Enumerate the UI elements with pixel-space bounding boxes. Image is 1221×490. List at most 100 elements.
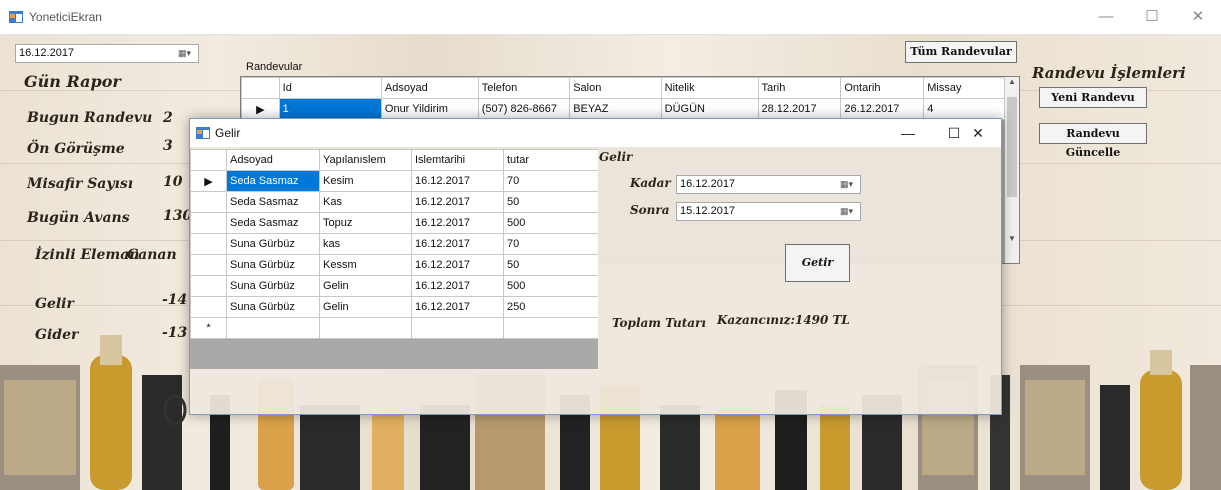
dialog-close-button[interactable]: ✕ (955, 116, 1001, 150)
date-picker[interactable]: 16.12.2017 ▦▾ (15, 44, 199, 63)
column-header[interactable]: Islemtarihi (411, 149, 504, 171)
table-cell[interactable]: 250 (503, 296, 598, 318)
table-cell[interactable]: Suna Gürbüz (226, 296, 320, 318)
gelir-label: Gelir (35, 296, 74, 312)
column-header[interactable]: Adsoyad (380, 77, 479, 99)
column-header[interactable]: Yapılanıslem (319, 149, 412, 171)
column-header[interactable]: Telefon (477, 77, 571, 99)
table-cell[interactable]: 50 (503, 254, 598, 276)
calendar-dropdown-icon[interactable]: ▦▾ (840, 178, 858, 191)
tum-randevular-button[interactable]: Tüm Randevular (905, 41, 1017, 63)
table-cell[interactable]: 1 (278, 98, 382, 120)
table-cell[interactable]: 70 (503, 233, 598, 255)
table-cell[interactable]: Suna Gürbüz (226, 233, 320, 255)
table-row[interactable]: Suna Gürbüz Kessm 16.12.2017 50 (190, 254, 598, 276)
kadar-label: Kadar (630, 176, 671, 190)
table-cell[interactable]: 500 (503, 212, 598, 234)
column-header[interactable]: Adsoyad (226, 149, 320, 171)
table-cell[interactable]: 500 (503, 275, 598, 297)
table-row[interactable]: ▶ Seda Sasmaz Kesim 16.12.2017 70 (190, 170, 598, 192)
row-arrow-icon: ▶ (241, 98, 280, 120)
misafir-sayisi-value: 10 (163, 174, 183, 190)
gelir-dialog-title: Gelir (215, 126, 241, 140)
new-row[interactable]: * (190, 317, 598, 339)
table-row[interactable]: Suna Gürbüz Gelin 16.12.2017 500 (190, 275, 598, 297)
main-title-bar: YoneticiEkran — ☐ ✕ (0, 0, 1221, 35)
table-cell[interactable]: 16.12.2017 (411, 296, 504, 318)
table-cell[interactable]: Suna Gürbüz (226, 254, 320, 276)
gelir-dialog: Gelir — ☐ ✕ Adsoyad Yapılanıslem Islemta… (189, 118, 1002, 415)
randevu-guncelle-button[interactable]: Randevu Güncelle (1039, 123, 1147, 159)
column-header[interactable]: Missay (923, 77, 1005, 99)
gelir-value: -14 (162, 292, 188, 308)
table-cell[interactable]: Suna Gürbüz (226, 275, 320, 297)
app-icon (9, 11, 23, 23)
table-cell[interactable]: 70 (503, 170, 598, 192)
table-cell[interactable]: Kessm (319, 254, 412, 276)
scroll-down-icon[interactable]: ▼ (1005, 234, 1019, 243)
table-cell[interactable]: Kesim (319, 170, 412, 192)
date-picker-value: 16.12.2017 (19, 47, 75, 59)
app-icon (196, 127, 210, 139)
table-cell[interactable]: 50 (503, 191, 598, 213)
table-cell[interactable]: Onur Yildirim (380, 98, 479, 120)
calendar-dropdown-icon[interactable]: ▦▾ (840, 205, 858, 218)
table-cell[interactable]: Kas (319, 191, 412, 213)
minimize-button[interactable]: — (1083, 0, 1129, 34)
bugun-avans-label: Bugün Avans (27, 210, 130, 226)
misafir-sayisi-label: Misafir Sayısı (27, 176, 134, 192)
column-header[interactable]: tutar (503, 149, 598, 171)
table-cell[interactable]: DÜGÜN (660, 98, 759, 120)
scroll-thumb[interactable] (1007, 97, 1017, 197)
table-row[interactable]: Seda Sasmaz Kas 16.12.2017 50 (190, 191, 598, 213)
scroll-up-icon[interactable]: ▲ (1005, 77, 1019, 86)
randevular-label: Randevular (246, 61, 303, 73)
gelir-grid[interactable]: Adsoyad Yapılanıslem Islemtarihi tutar ▶… (190, 149, 598, 369)
new-row-marker: * (190, 317, 227, 339)
kadar-date-picker[interactable]: 16.12.2017 ▦▾ (676, 175, 861, 194)
table-cell[interactable]: 16.12.2017 (411, 233, 504, 255)
getir-button[interactable]: Getir (785, 244, 850, 282)
table-cell[interactable]: 16.12.2017 (411, 191, 504, 213)
sonra-date-picker[interactable]: 15.12.2017 ▦▾ (676, 202, 861, 221)
column-header[interactable]: Nitelik (660, 77, 759, 99)
calendar-dropdown-icon[interactable]: ▦▾ (178, 47, 196, 60)
dialog-minimize-button[interactable]: — (885, 116, 931, 150)
table-cell[interactable]: Seda Sasmaz (226, 212, 320, 234)
table-row[interactable]: Suna Gürbüz Gelin 16.12.2017 250 (190, 296, 598, 318)
bugun-avans-value: 130 (163, 208, 193, 224)
table-cell[interactable]: (507) 826-8667 (477, 98, 571, 120)
table-cell[interactable]: 16.12.2017 (411, 254, 504, 276)
gelir-header-row: Adsoyad Yapılanıslem Islemtarihi tutar (190, 149, 598, 171)
bugun-randevu-label: Bugun Randevu (27, 110, 153, 126)
table-cell[interactable]: BEYAZ (569, 98, 662, 120)
maximize-button[interactable]: ☐ (1129, 0, 1175, 34)
on-gorusme-value: 3 (163, 138, 173, 154)
table-cell[interactable]: Gelin (319, 275, 412, 297)
table-cell[interactable]: 16.12.2017 (411, 275, 504, 297)
table-row[interactable]: Suna Gürbüz kas 16.12.2017 70 (190, 233, 598, 255)
yeni-randevu-button[interactable]: Yeni Randevu (1039, 87, 1147, 108)
table-row[interactable]: Seda Sasmaz Topuz 16.12.2017 500 (190, 212, 598, 234)
gider-value: -13 (162, 325, 188, 341)
table-cell[interactable]: 16.12.2017 (411, 170, 504, 192)
table-cell[interactable]: Gelin (319, 296, 412, 318)
column-header[interactable]: Tarih (757, 77, 842, 99)
column-header[interactable]: Salon (569, 77, 662, 99)
table-cell[interactable]: Seda Sasmaz (226, 170, 320, 192)
table-cell[interactable]: 16.12.2017 (411, 212, 504, 234)
column-header[interactable]: Id (278, 77, 382, 99)
kadar-date-value: 16.12.2017 (680, 178, 736, 190)
main-window-title: YoneticiEkran (29, 10, 102, 24)
table-cell[interactable]: kas (319, 233, 412, 255)
gun-rapor-title: Gün Rapor (24, 72, 121, 91)
table-cell[interactable]: Seda Sasmaz (226, 191, 320, 213)
izinli-eleman-value: Canan (127, 247, 177, 263)
table-cell[interactable]: 28.12.2017 (757, 98, 842, 120)
bugun-randevu-value: 2 (163, 110, 173, 126)
gelir-dialog-title-bar[interactable]: Gelir — ☐ ✕ (190, 119, 1001, 147)
table-cell[interactable]: Topuz (319, 212, 412, 234)
randevular-scrollbar[interactable]: ▲ ▼ (1005, 77, 1019, 263)
close-button[interactable]: ✕ (1175, 0, 1221, 34)
column-header[interactable]: Ontarih (840, 77, 925, 99)
